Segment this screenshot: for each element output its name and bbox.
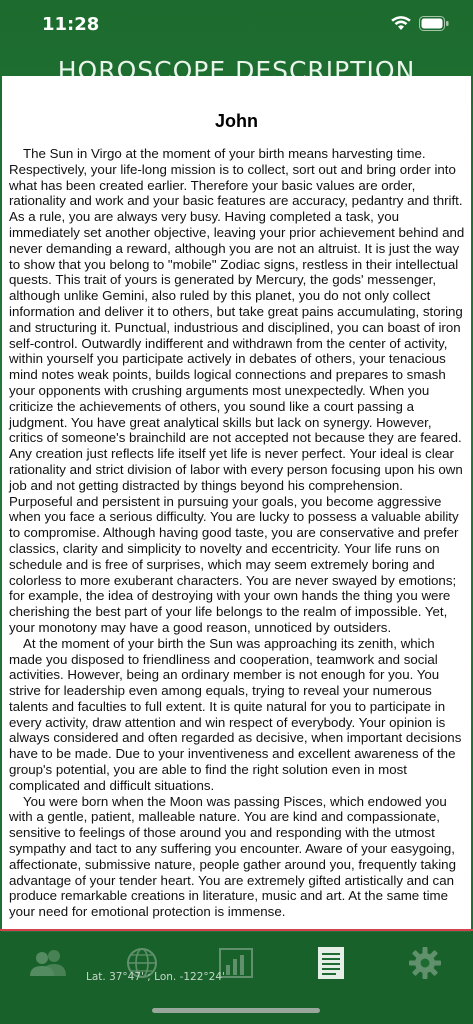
tab-description[interactable] [309,943,353,983]
status-time: 11:28 [42,14,100,35]
paragraph-zenith: At the moment of your birth the Sun was … [9,635,462,793]
paragraph-moon: You were born when the Moon was passing … [9,793,456,920]
tab-people[interactable] [26,943,70,983]
document-icon [318,947,344,979]
location-coords: Lat. 37°47' ; Lon. -122°24' [86,971,225,983]
tab-chart[interactable] [214,943,258,983]
gear-icon [409,947,441,979]
chart-icon [219,948,253,978]
status-bar: 11:28 [0,0,473,52]
status-icons [391,16,449,31]
home-indicator[interactable] [152,1008,320,1013]
tab-settings[interactable] [403,943,447,983]
person-name: John [215,111,258,131]
paragraph-sun: The Sun in Virgo at the moment of your b… [9,146,465,635]
people-icon [30,950,66,976]
battery-icon [419,16,449,31]
wifi-icon [391,16,411,30]
horoscope-text: The Sun in Virgo at the moment of your b… [2,146,471,920]
description-card[interactable]: John The Sun in Virgo at the moment of y… [2,76,471,932]
